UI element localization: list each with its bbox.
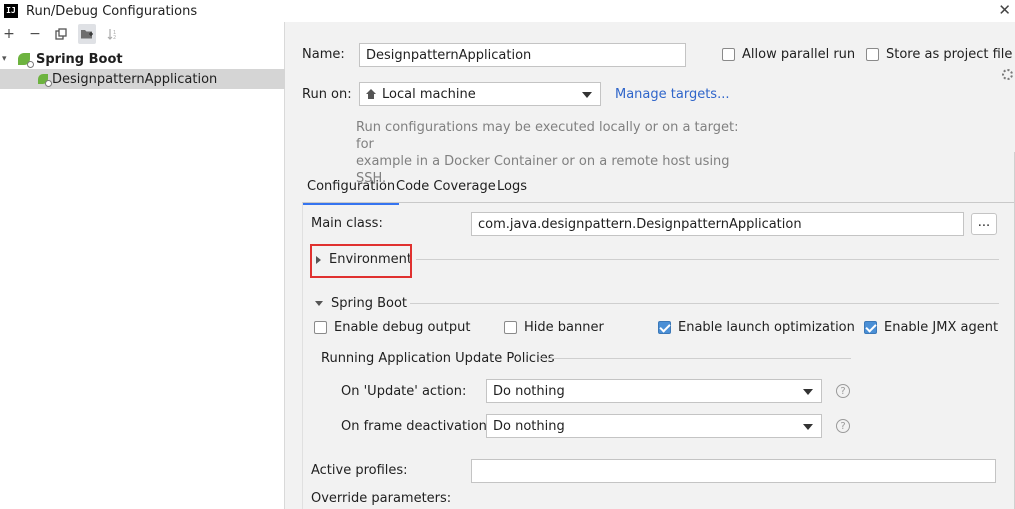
enable-launch-optimization-checkbox[interactable]: Enable launch optimization bbox=[658, 320, 855, 335]
checkbox-box[interactable] bbox=[866, 48, 879, 61]
configuration-editor: Name: DesignpatternApplication Allow par… bbox=[286, 22, 1015, 509]
run-on-dropdown[interactable]: Local machine bbox=[359, 82, 601, 106]
tree-toolbar: + − 12 bbox=[0, 22, 284, 46]
run-on-hint: Run configurations may be executed local… bbox=[356, 119, 756, 187]
store-as-project-file-checkbox[interactable]: Store as project file bbox=[866, 47, 1012, 62]
spring-boot-separator bbox=[410, 303, 999, 304]
active-profiles-field[interactable] bbox=[471, 459, 996, 483]
run-on-value: Local machine bbox=[382, 86, 476, 102]
checkbox-box[interactable] bbox=[722, 48, 735, 61]
name-field[interactable]: DesignpatternApplication bbox=[359, 43, 686, 67]
home-icon bbox=[366, 89, 376, 99]
close-icon[interactable]: ✕ bbox=[998, 1, 1011, 19]
hint-line-1: Run configurations may be executed local… bbox=[356, 120, 739, 152]
checkbox-box[interactable] bbox=[504, 321, 517, 334]
policies-separator bbox=[539, 358, 851, 359]
spring-boot-section-label: Spring Boot bbox=[331, 296, 408, 311]
chevron-down-icon bbox=[582, 92, 592, 98]
tree-item-designpattern-application[interactable]: DesignpatternApplication bbox=[0, 69, 285, 89]
configurations-tree-pane: + − 12 ▾ Spring Boot DesignpatternApplic… bbox=[0, 22, 285, 509]
tab-logs[interactable]: Logs bbox=[497, 179, 527, 201]
help-icon[interactable]: ? bbox=[836, 419, 850, 433]
checkbox-checked[interactable] bbox=[658, 321, 671, 334]
window-title: Run/Debug Configurations bbox=[26, 3, 198, 19]
tab-configuration[interactable]: Configuration bbox=[302, 179, 400, 205]
enable-debug-output-label: Enable debug output bbox=[334, 320, 471, 335]
chevron-down-icon bbox=[803, 424, 813, 430]
chevron-down-icon bbox=[315, 301, 323, 306]
store-as-project-file-label: Store as project file bbox=[886, 47, 1013, 62]
chevron-down-icon bbox=[803, 389, 813, 395]
remove-icon[interactable]: − bbox=[26, 24, 44, 44]
override-parameters-label: Override parameters: bbox=[311, 491, 452, 506]
on-frame-deactivation-value: Do nothing bbox=[493, 418, 565, 434]
tree-item-label: DesignpatternApplication bbox=[52, 71, 218, 87]
copy-icon[interactable] bbox=[52, 24, 70, 44]
allow-parallel-run-checkbox[interactable]: Allow parallel run bbox=[722, 47, 855, 62]
active-profiles-label: Active profiles: bbox=[311, 463, 408, 478]
main-class-label: Main class: bbox=[311, 216, 383, 231]
enable-debug-output-checkbox[interactable]: Enable debug output bbox=[314, 320, 470, 335]
run-on-label: Run on: bbox=[302, 87, 352, 102]
on-update-action-dropdown[interactable]: Do nothing bbox=[486, 379, 822, 403]
gear-icon[interactable] bbox=[1002, 69, 1013, 80]
spring-boot-config-icon bbox=[38, 74, 52, 87]
on-update-action-label: On 'Update' action: bbox=[341, 384, 467, 399]
checkbox-checked[interactable] bbox=[864, 321, 877, 334]
on-update-action-value: Do nothing bbox=[493, 383, 565, 399]
checkbox-box[interactable] bbox=[314, 321, 327, 334]
highlight-box bbox=[310, 244, 412, 278]
tree-group-spring-boot[interactable]: ▾ Spring Boot bbox=[0, 49, 285, 69]
folder-icon[interactable] bbox=[78, 24, 96, 44]
spring-boot-icon bbox=[18, 53, 34, 68]
chevron-down-icon[interactable]: ▾ bbox=[2, 54, 12, 64]
add-icon[interactable]: + bbox=[0, 24, 18, 44]
enable-jmx-agent-label: Enable JMX agent bbox=[884, 320, 999, 335]
spring-boot-section-toggle[interactable]: Spring Boot bbox=[315, 296, 407, 311]
title-bar: IJ Run/Debug Configurations ✕ bbox=[0, 0, 1015, 22]
tab-code-coverage[interactable]: Code Coverage bbox=[396, 179, 496, 201]
svg-text:2: 2 bbox=[113, 35, 116, 40]
main-class-field[interactable]: com.java.designpattern.DesignpatternAppl… bbox=[471, 212, 964, 236]
on-frame-deactivation-label: On frame deactivation: bbox=[341, 419, 492, 434]
update-policies-title: Running Application Update Policies bbox=[321, 351, 555, 366]
sort-icon[interactable]: 12 bbox=[104, 24, 122, 44]
intellij-app-icon: IJ bbox=[4, 4, 18, 18]
allow-parallel-run-label: Allow parallel run bbox=[742, 47, 856, 62]
manage-targets-link[interactable]: Manage targets... bbox=[615, 87, 729, 102]
hide-banner-label: Hide banner bbox=[524, 320, 604, 335]
enable-jmx-agent-checkbox[interactable]: Enable JMX agent bbox=[864, 320, 998, 335]
browse-main-class-button[interactable]: ... bbox=[971, 213, 997, 235]
tree-group-label: Spring Boot bbox=[36, 51, 123, 67]
help-icon[interactable]: ? bbox=[836, 384, 850, 398]
enable-launch-optimization-label: Enable launch optimization bbox=[678, 320, 855, 335]
name-label: Name: bbox=[302, 47, 345, 62]
hide-banner-checkbox[interactable]: Hide banner bbox=[504, 320, 604, 335]
environment-separator bbox=[416, 259, 999, 260]
on-frame-deactivation-dropdown[interactable]: Do nothing bbox=[486, 414, 822, 438]
